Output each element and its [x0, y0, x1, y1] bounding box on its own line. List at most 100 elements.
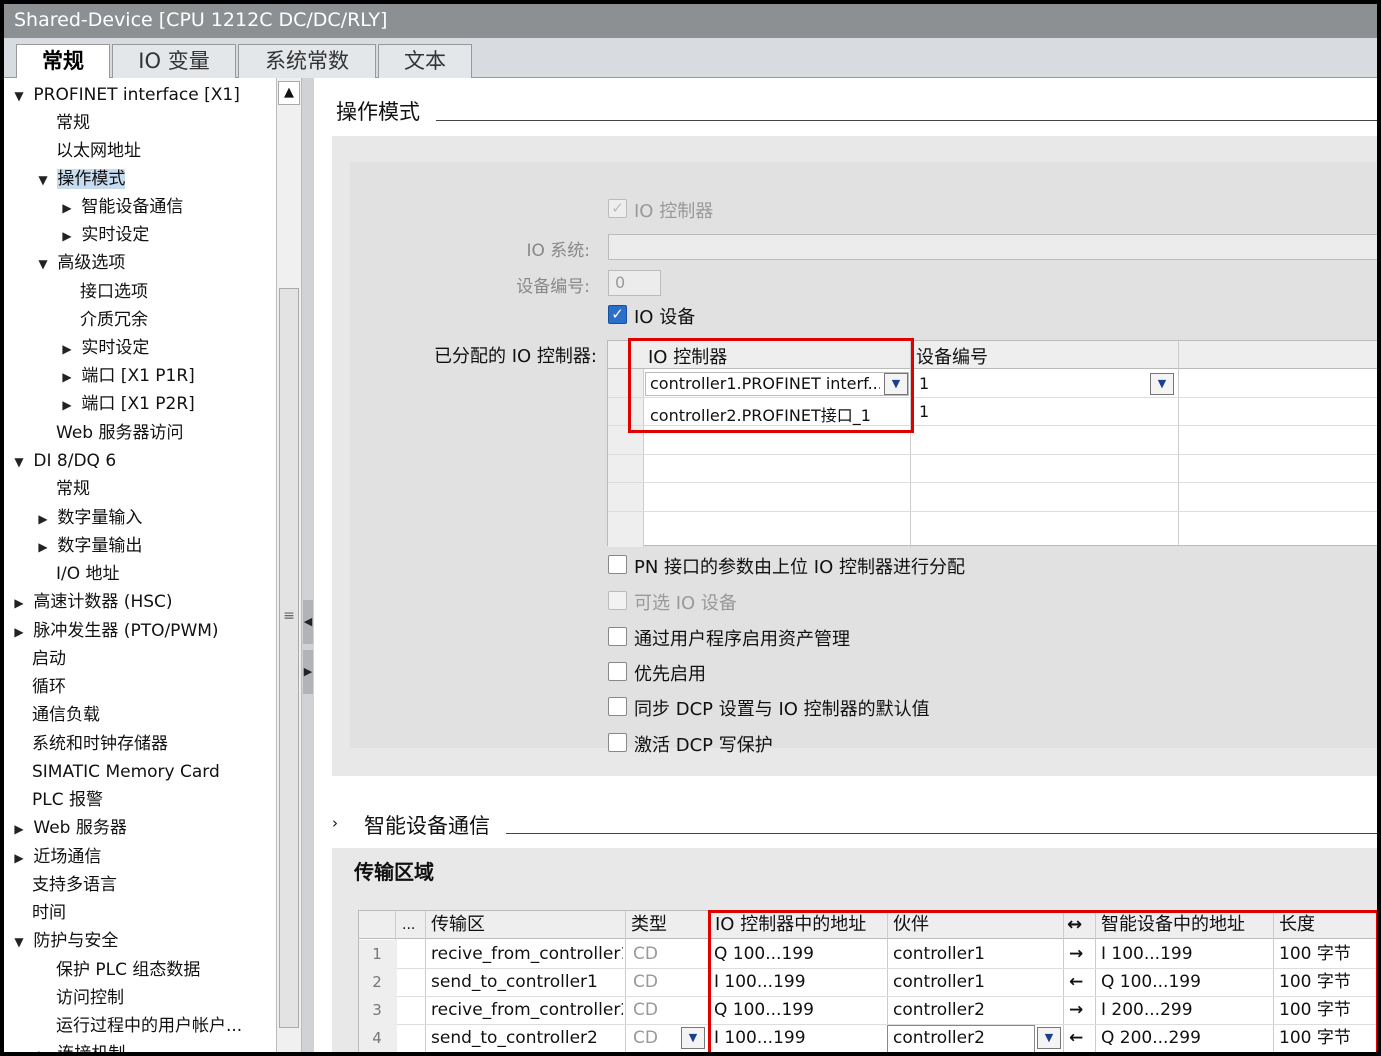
expand-arrow-icon[interactable]: ▶ — [58, 194, 76, 222]
nav-item[interactable]: 常规 — [56, 109, 90, 137]
io-system-label: IO 系统: — [526, 241, 590, 261]
option-checkbox[interactable] — [608, 733, 627, 752]
tab-system-constants[interactable]: 系统常数 — [238, 44, 376, 78]
section-title-operating-mode: 操作模式 — [336, 100, 420, 124]
grip-icon: ≡ — [283, 608, 295, 624]
nav-item[interactable]: ▶ 数字量输出 — [34, 532, 142, 560]
nav-item[interactable]: 介质冗余 — [80, 306, 148, 334]
option-label: 可选 IO 设备 — [634, 593, 737, 614]
nav-item[interactable]: ▶ 实时设定 — [58, 334, 149, 362]
nav-item[interactable]: ▼ 高级选项 — [34, 249, 125, 277]
transfer-name[interactable]: recive_from_controller2 — [431, 996, 623, 1024]
nav-item[interactable]: SIMATIC Memory Card — [32, 758, 220, 786]
panel-splitter[interactable]: ◀ ▶ — [302, 78, 314, 1052]
option-checkbox[interactable] — [608, 591, 627, 610]
transfer-name[interactable]: send_to_controller2 — [431, 1024, 623, 1052]
highlight-box — [708, 910, 1377, 1052]
nav-item[interactable]: 运行过程中的用户帐户... — [56, 1012, 242, 1040]
nav-item[interactable]: PLC 报警 — [32, 786, 103, 814]
operating-mode-content: ✓ IO 控制器 IO 系统: 设备编号: 0 ✓ IO 设备 已分配的 IO … — [350, 162, 1377, 756]
nav-item[interactable]: ▶ 脉冲发生器 (PTO/PWM) — [10, 617, 218, 646]
tab-io-tags[interactable]: IO 变量 — [112, 44, 236, 78]
nav-item[interactable]: Web 服务器访问 — [56, 419, 183, 447]
nav-item[interactable]: 系统和时钟存储器 — [32, 730, 168, 758]
expand-arrow-icon[interactable]: ▶ — [58, 222, 76, 250]
option-checkbox[interactable] — [608, 662, 627, 681]
nav-item[interactable]: ▶ 高速计数器 (HSC) — [10, 588, 172, 617]
expand-arrow-icon[interactable]: ▼ — [34, 166, 52, 194]
expand-arrow-icon[interactable]: ▼ — [34, 250, 52, 278]
nav-item-selected[interactable]: ▼ 操作模式 — [34, 165, 126, 194]
expand-arrow-icon[interactable]: ▶ — [34, 505, 52, 533]
section-title-iodevice-comm[interactable]: 智能设备通信 — [364, 810, 490, 840]
section-expand-icon[interactable]: › — [332, 814, 338, 832]
nav-item[interactable]: ▶ 近场通信 — [10, 843, 101, 871]
collapse-left-icon[interactable]: ◀ — [303, 600, 313, 644]
nav-item[interactable]: 常规 — [56, 475, 90, 503]
io-system-field — [608, 234, 1377, 260]
nav-item[interactable]: ▼ PROFINET interface [X1] — [10, 81, 239, 110]
nav-item[interactable]: 支持多语言 — [32, 871, 117, 899]
chevron-down-icon[interactable]: ▼ — [681, 1027, 705, 1049]
nav-item[interactable]: 时间 — [32, 899, 66, 927]
nav-item[interactable]: 以太网地址 — [56, 137, 141, 165]
row-number: 3 — [372, 1001, 382, 1019]
expand-arrow-icon[interactable]: ▶ — [10, 589, 28, 617]
chevron-down-icon[interactable]: ▼ — [1150, 373, 1174, 395]
nav-scrollbar[interactable]: ▲ ≡ — [276, 78, 302, 1052]
table-col-divider — [625, 911, 626, 1052]
col-header-dots: ... — [402, 917, 416, 933]
grid-col-divider — [1178, 341, 1179, 547]
transfer-type[interactable]: CD — [633, 1024, 658, 1052]
transfer-name[interactable]: recive_from_controller1 — [431, 940, 623, 968]
expand-arrow-icon[interactable]: ▶ — [58, 363, 76, 391]
tab-general[interactable]: 常规 — [16, 44, 110, 79]
nav-item[interactable]: ▼ 防护与安全 — [10, 927, 118, 955]
scrollbar-thumb[interactable] — [279, 288, 299, 1028]
expand-arrow-icon[interactable]: ▶ — [10, 618, 28, 646]
nav-item[interactable]: ▶ 数字量输入 — [34, 504, 142, 532]
properties-panel: 操作模式 ✓ IO 控制器 IO 系统: 设备编号: 0 ✓ IO 设备 已分配… — [314, 78, 1377, 1052]
expand-arrow-icon[interactable]: ▼ — [10, 82, 28, 110]
nav-item[interactable]: ▶ 实时设定 — [58, 221, 149, 249]
grid-row-line — [608, 454, 1377, 455]
expand-arrow-icon[interactable]: ▶ — [58, 391, 76, 419]
nav-item[interactable]: I/O 地址 — [56, 560, 120, 588]
grid-row-line — [608, 511, 1377, 512]
expand-right-icon[interactable]: ▶ — [303, 650, 313, 694]
nav-item[interactable]: 访问控制 — [56, 984, 124, 1012]
row-number: 2 — [372, 973, 382, 991]
expand-arrow-icon[interactable]: ▶ — [10, 815, 28, 843]
transfer-type[interactable]: CD — [633, 968, 658, 996]
expand-arrow-icon[interactable]: ▶ — [10, 844, 28, 872]
tab-texts[interactable]: 文本 — [378, 44, 472, 78]
nav-item[interactable]: 启动 — [32, 645, 66, 673]
transfer-name[interactable]: send_to_controller1 — [431, 968, 623, 996]
nav-item[interactable]: ▶ 智能设备通信 — [58, 193, 183, 221]
expand-arrow-icon[interactable]: ▶ — [58, 335, 76, 363]
expand-arrow-icon[interactable]: ▶ — [34, 1041, 52, 1052]
nav-item[interactable]: ▶ 端口 [X1 P1R] — [58, 362, 194, 391]
io-device-checkbox[interactable]: ✓ — [608, 305, 627, 324]
option-checkbox[interactable] — [608, 697, 627, 716]
nav-item[interactable]: ▶ Web 服务器 — [10, 814, 127, 842]
nav-item[interactable]: 循环 — [32, 673, 66, 701]
expand-arrow-icon[interactable]: ▼ — [10, 448, 28, 476]
option-checkbox[interactable] — [608, 555, 627, 574]
option-label: 通过用户程序启用资产管理 — [634, 629, 850, 650]
operating-mode-panel: ✓ IO 控制器 IO 系统: 设备编号: 0 ✓ IO 设备 已分配的 IO … — [332, 136, 1377, 776]
nav-item[interactable]: ▶ 端口 [X1 P2R] — [58, 390, 194, 419]
nav-item[interactable]: 接口选项 — [80, 278, 148, 306]
transfer-type[interactable]: CD — [633, 996, 658, 1024]
option-checkbox[interactable] — [608, 627, 627, 646]
nav-item[interactable]: ▶ 连接机制 — [34, 1040, 125, 1052]
expand-arrow-icon[interactable]: ▶ — [34, 533, 52, 561]
expand-arrow-icon[interactable]: ▼ — [10, 928, 28, 956]
nav-item[interactable]: ▼ DI 8/DQ 6 — [10, 447, 116, 475]
io-controller-checkbox[interactable]: ✓ — [608, 199, 627, 218]
scroll-up-icon[interactable]: ▲ — [278, 81, 300, 105]
nav-item[interactable]: 保护 PLC 组态数据 — [56, 956, 200, 984]
col-header-device-number: 设备编号 — [916, 347, 988, 368]
transfer-type[interactable]: CD — [633, 940, 658, 968]
nav-item[interactable]: 通信负载 — [32, 701, 100, 729]
